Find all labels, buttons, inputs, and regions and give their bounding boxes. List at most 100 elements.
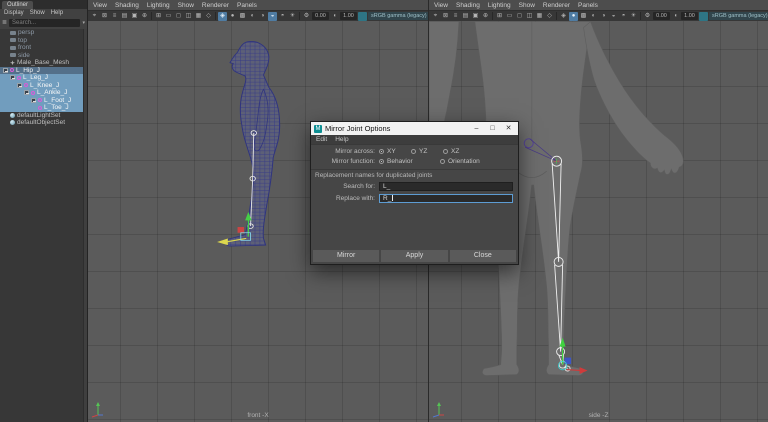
menu-shading[interactable]: Shading	[456, 2, 480, 9]
expand-toggle[interactable]	[3, 68, 8, 73]
close-icon[interactable]: ✕	[502, 122, 515, 135]
lock-camera-icon[interactable]: ⊠	[441, 12, 450, 21]
outliner-item-knee-joint[interactable]: L_Knee_J	[0, 82, 83, 90]
outliner-item-foot-joint[interactable]: L_Foot_J	[0, 97, 83, 105]
search-for-field[interactable]: L_	[379, 182, 513, 191]
radio-behavior[interactable]: Behavior	[379, 158, 440, 165]
menu-panels[interactable]: Panels	[578, 2, 598, 9]
pan-zoom-icon[interactable]: ⊕	[481, 12, 490, 21]
resolution-gate-icon[interactable]: ◻	[515, 12, 524, 21]
lock-camera-icon[interactable]: ⊠	[100, 12, 109, 21]
dialog-titlebar[interactable]: M Mirror Joint Options – □ ✕	[311, 122, 518, 135]
safe-display-icon[interactable]: ◇	[545, 12, 554, 21]
filter-icon[interactable]: ≣	[2, 19, 7, 27]
minimize-button[interactable]: –	[470, 122, 483, 135]
outliner-item-persp[interactable]: persp	[0, 29, 83, 37]
grid-icon[interactable]: ⊞	[154, 12, 163, 21]
outliner-item-mesh[interactable]: Male_Base_Mesh	[0, 59, 83, 67]
xray-joints-icon[interactable]: ◒	[268, 12, 277, 21]
menu-renderer[interactable]: Renderer	[543, 2, 570, 9]
outliner-item-leg-joint[interactable]: L_Leg_J	[0, 74, 83, 82]
radio-icon[interactable]	[443, 149, 448, 154]
expand-toggle[interactable]	[24, 90, 29, 95]
gamma-field[interactable]: 1.00	[681, 12, 698, 20]
film-gate-icon[interactable]: ▭	[505, 12, 514, 21]
gate-mask-icon[interactable]: ◫	[525, 12, 534, 21]
isolate-select-icon[interactable]: ◓	[619, 12, 628, 21]
isolate-select-icon[interactable]: ◓	[278, 12, 287, 21]
dialog-menu-help[interactable]: Help	[335, 136, 348, 143]
manipulator-x-arrow[interactable]	[580, 367, 588, 374]
menu-lighting[interactable]: Lighting	[147, 2, 170, 9]
color-management-icon[interactable]	[358, 12, 367, 21]
manipulator-plane-handle[interactable]	[238, 227, 244, 233]
film-gate-icon[interactable]: ▭	[164, 12, 173, 21]
image-plane-icon[interactable]: ▣	[130, 12, 139, 21]
radio-yz[interactable]: YZ	[411, 148, 443, 155]
gear-icon[interactable]: ⚙	[643, 12, 652, 21]
camera-attributes-icon[interactable]: ≡	[110, 12, 119, 21]
safe-display-icon[interactable]: ◇	[204, 12, 213, 21]
menu-renderer[interactable]: Renderer	[202, 2, 229, 9]
outliner-item-ankle-joint[interactable]: L_Ankle_J	[0, 89, 83, 97]
expand-toggle[interactable]	[17, 83, 22, 88]
outliner-menu-help[interactable]: Help	[51, 10, 63, 16]
exposure-field[interactable]: 0.00	[653, 12, 670, 20]
close-button[interactable]: Close	[450, 250, 516, 262]
xray-icon[interactable]: ◑	[599, 12, 608, 21]
camera-attributes-icon[interactable]: ≡	[451, 12, 460, 21]
wireframe-icon[interactable]: ◈	[218, 12, 227, 21]
menu-show[interactable]: Show	[519, 2, 535, 9]
shaded-icon[interactable]: ●	[569, 12, 578, 21]
gear-icon[interactable]: ⚙	[302, 12, 311, 21]
radio-xy[interactable]: XY	[379, 148, 411, 155]
field-chart-icon[interactable]: ▦	[194, 12, 203, 21]
radio-xz[interactable]: XZ	[443, 148, 475, 155]
radio-icon[interactable]	[411, 149, 416, 154]
radio-orientation[interactable]: Orientation	[440, 158, 501, 165]
chevron-down-icon[interactable]: ▾	[82, 19, 85, 27]
textured-icon[interactable]: ▩	[579, 12, 588, 21]
outliner-item-objectset[interactable]: defaultObjectSet	[0, 119, 83, 127]
wireframe-icon[interactable]: ◈	[559, 12, 568, 21]
resolution-gate-icon[interactable]: ◻	[174, 12, 183, 21]
pan-zoom-icon[interactable]: ⊕	[140, 12, 149, 21]
radio-icon[interactable]	[440, 159, 445, 164]
xray-icon[interactable]: ◑	[258, 12, 267, 21]
view-transform-dropdown[interactable]: sRGB gamma (legacy)▾	[709, 12, 768, 20]
outliner-scrollbar[interactable]	[83, 29, 87, 422]
shaded-icon[interactable]: ●	[228, 12, 237, 21]
gamma-icon[interactable]: ◖	[671, 12, 680, 21]
outliner-tab[interactable]: Outliner	[2, 1, 33, 9]
outliner-menu-show[interactable]: Show	[30, 10, 45, 16]
outliner-menu-display[interactable]: Display	[4, 10, 24, 16]
lighting-icon[interactable]: ☀	[288, 12, 297, 21]
outliner-item-top[interactable]: top	[0, 37, 83, 45]
select-camera-icon[interactable]: ⌖	[431, 12, 440, 21]
default-material-icon[interactable]: ◐	[248, 12, 257, 21]
default-material-icon[interactable]: ◐	[589, 12, 598, 21]
outliner-item-front[interactable]: front	[0, 44, 83, 52]
replace-with-field[interactable]: R_	[379, 194, 513, 203]
xray-joints-icon[interactable]: ◒	[609, 12, 618, 21]
apply-button[interactable]: Apply	[381, 250, 447, 262]
outliner-item-toe-joint[interactable]: L_Toe_J	[0, 104, 83, 112]
gamma-icon[interactable]: ◖	[330, 12, 339, 21]
menu-lighting[interactable]: Lighting	[488, 2, 511, 9]
select-camera-icon[interactable]: ⌖	[90, 12, 99, 21]
bookmarks-icon[interactable]: ▤	[461, 12, 470, 21]
expand-toggle[interactable]	[31, 98, 36, 103]
outliner-item-side[interactable]: side	[0, 52, 83, 60]
menu-view[interactable]: View	[434, 2, 448, 9]
lighting-icon[interactable]: ☀	[629, 12, 638, 21]
menu-view[interactable]: View	[93, 2, 107, 9]
radio-icon[interactable]	[379, 159, 384, 164]
exposure-field[interactable]: 0.00	[312, 12, 329, 20]
outliner-item-lightset[interactable]: defaultLightSet	[0, 112, 83, 120]
image-plane-icon[interactable]: ▣	[471, 12, 480, 21]
bookmarks-icon[interactable]: ▤	[120, 12, 129, 21]
manipulator-x-arrow[interactable]	[217, 238, 228, 245]
expand-toggle[interactable]	[10, 75, 15, 80]
search-input[interactable]: Search...	[9, 19, 80, 27]
radio-icon[interactable]	[379, 149, 384, 154]
